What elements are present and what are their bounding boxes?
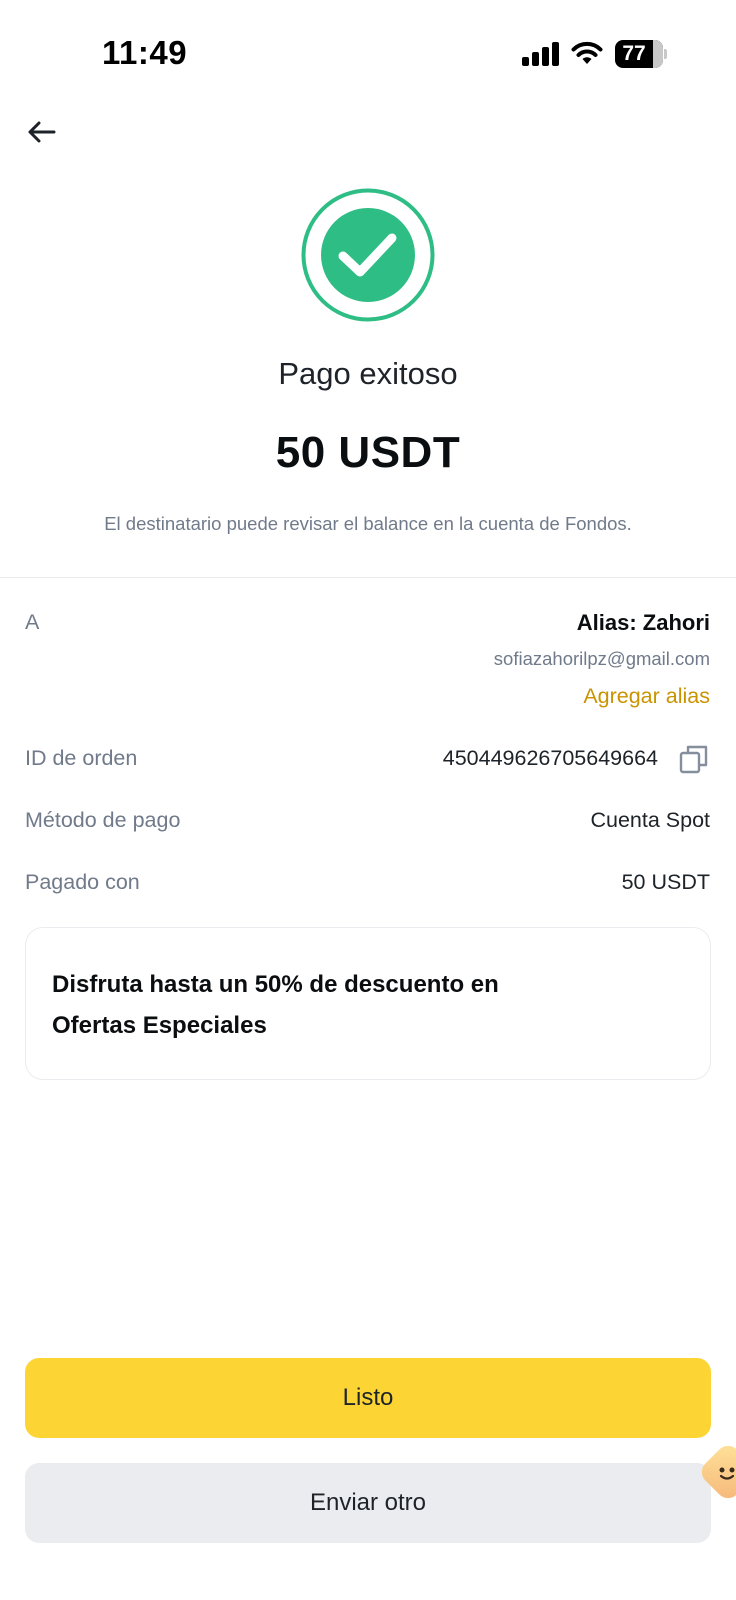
status-time: 11:49 xyxy=(102,34,188,71)
check-circle-icon xyxy=(301,188,435,322)
status-bar: 11:49 77 xyxy=(0,0,736,100)
battery-level: 77 xyxy=(622,42,646,65)
promo-card[interactable]: Disfruta hasta un 50% de descuento en Of… xyxy=(25,927,711,1080)
add-alias-link[interactable]: Agregar alias xyxy=(583,684,710,709)
arrow-left-icon xyxy=(28,121,56,143)
send-another-button[interactable]: Enviar otro xyxy=(25,1463,711,1543)
recipient-email: sofiazahorilpz@gmail.com xyxy=(493,648,710,669)
result-subtitle: El destinatario puede revisar el balance… xyxy=(104,513,632,534)
promo-text: Disfruta hasta un 50% de descuento en Of… xyxy=(52,971,499,1039)
payment-method-value: Cuenta Spot xyxy=(590,808,710,832)
copy-icon[interactable] xyxy=(678,743,710,775)
signal-icon xyxy=(522,42,560,66)
payment-amount: 50 USDT xyxy=(275,428,461,477)
done-button[interactable]: Listo xyxy=(25,1358,711,1438)
recipient-label: A xyxy=(25,610,40,634)
paid-with-value: 50 USDT xyxy=(621,870,710,894)
payment-success-screen: 11:49 77 Pago exitoso 50 USDT El destina… xyxy=(0,0,736,1600)
back-button[interactable] xyxy=(22,112,62,152)
page-title: Pago exitoso xyxy=(278,356,458,391)
order-id-label: ID de orden xyxy=(25,746,138,770)
order-id-value: 450449626705649664 xyxy=(442,746,658,770)
divider xyxy=(0,577,736,578)
assistant-icon[interactable] xyxy=(696,1440,736,1504)
wifi-icon xyxy=(570,38,604,66)
payment-method-label: Método de pago xyxy=(25,808,181,832)
recipient-alias: Alias: Zahori xyxy=(576,610,710,635)
battery-icon: 77 xyxy=(615,40,667,68)
paid-with-label: Pagado con xyxy=(25,870,140,894)
